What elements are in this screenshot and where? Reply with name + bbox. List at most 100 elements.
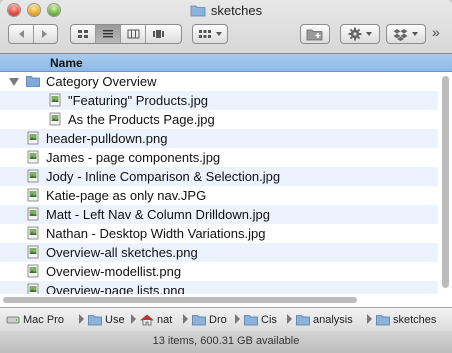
back-forward-control[interactable] (8, 24, 58, 44)
image-file-icon (49, 112, 61, 126)
file-name-label: "Featuring" Products.jpg (68, 93, 209, 108)
horizontal-scrollbar-track[interactable] (0, 294, 452, 306)
list-item[interactable]: Overview-page lists.png (0, 281, 438, 294)
gear-icon (348, 27, 361, 41)
file-name-label: Overview-all sketches.png (46, 245, 198, 260)
file-name-label: Category Overview (46, 74, 157, 89)
status-text: 13 items, 600.31 GB available (152, 335, 300, 347)
new-folder-button[interactable] (300, 24, 330, 44)
arrange-grid-icon (198, 30, 211, 38)
folder-icon (296, 314, 310, 325)
coverflow-view-button[interactable] (146, 25, 170, 43)
file-name-label: Overview-modellist.png (46, 264, 182, 279)
column-view-button[interactable] (121, 25, 146, 43)
file-list: Name Category Overview "Featuring" Produc… (0, 53, 452, 307)
folder-icon (376, 314, 390, 325)
file-name-label: header-pulldown.png (46, 131, 168, 146)
path-item-2[interactable]: nat (140, 312, 172, 327)
icon-view-button[interactable] (71, 25, 96, 43)
path-item-6[interactable]: sketches (376, 312, 436, 327)
path-separator-icon (79, 314, 84, 324)
forward-button[interactable] (34, 25, 58, 43)
toolbar-overflow-button[interactable]: » (432, 24, 440, 40)
status-bar: 13 items, 600.31 GB available (0, 331, 452, 353)
file-name-label: Jody - Inline Comparison & Selection.jpg (46, 169, 281, 184)
file-rows: Category Overview "Featuring" Products.jp… (0, 72, 452, 294)
window-title-text: sketches (210, 3, 263, 18)
column-header-name[interactable]: Name (0, 54, 452, 72)
list-item[interactable]: As the Products Page.jpg (0, 110, 438, 129)
list-item[interactable]: Jody - Inline Comparison & Selection.jpg (0, 167, 438, 186)
chevron-right-icon (42, 30, 48, 38)
folder-icon (190, 5, 206, 17)
image-file-icon (27, 150, 39, 164)
path-item-4[interactable]: Cis (244, 312, 277, 327)
path-item-label: sketches (393, 313, 437, 326)
folder-icon (192, 314, 206, 325)
image-file-icon (27, 207, 39, 221)
image-file-icon (27, 245, 39, 259)
list-item[interactable]: Category Overview (0, 72, 438, 91)
list-item[interactable]: Overview-modellist.png (0, 262, 438, 281)
arrange-button[interactable] (192, 24, 228, 44)
file-name-label: James - page components.jpg (46, 150, 221, 165)
path-separator-icon (287, 314, 292, 324)
folder-icon (26, 76, 40, 87)
path-item-label: Use (105, 313, 125, 326)
list-item[interactable]: Nathan - Desktop Width Variations.jpg (0, 224, 438, 243)
list-item[interactable]: Overview-all sketches.png (0, 243, 438, 262)
image-file-icon (27, 226, 39, 240)
vertical-scrollbar[interactable] (442, 76, 449, 288)
list-view-button[interactable] (96, 25, 121, 43)
dropbox-icon (393, 28, 408, 41)
finder-window: sketches » Name Category Overview "Featu… (0, 0, 452, 353)
list-item[interactable]: "Featuring" Products.jpg (0, 91, 438, 110)
path-separator-icon (235, 314, 240, 324)
list-item[interactable]: James - page components.jpg (0, 148, 438, 167)
chevron-down-icon (412, 32, 418, 36)
path-separator-icon (131, 314, 136, 324)
path-separator-icon (183, 314, 188, 324)
hard-drive-icon (6, 316, 20, 323)
folder-icon (88, 314, 102, 325)
list-item[interactable]: header-pulldown.png (0, 129, 438, 148)
file-name-label: Overview-page lists.png (46, 283, 185, 294)
coverflow-view-icon (152, 30, 164, 38)
list-item[interactable]: Katie-page as only nav.JPG (0, 186, 438, 205)
file-name-label: Nathan - Desktop Width Variations.jpg (46, 226, 266, 241)
column-header-label: Name (50, 56, 83, 70)
list-item[interactable]: Matt - Left Nav & Column Drilldown.jpg (0, 205, 438, 224)
file-name-label: Katie-page as only nav.JPG (46, 188, 207, 203)
title-bar[interactable]: sketches (0, 0, 452, 22)
image-file-icon (27, 169, 39, 183)
path-item-label: Mac Pro (23, 313, 64, 326)
toolbar: » (0, 22, 452, 48)
file-name-label: As the Products Page.jpg (68, 112, 215, 127)
chevron-down-icon (215, 32, 222, 36)
path-item-1[interactable]: Use (88, 312, 125, 327)
action-button[interactable] (340, 24, 380, 44)
image-file-icon (27, 131, 39, 145)
icon-view-icon (78, 30, 88, 38)
path-separator-icon (367, 314, 372, 324)
window-title: sketches (0, 3, 452, 18)
path-item-5[interactable]: analysis (296, 312, 353, 327)
dropbox-button[interactable] (386, 24, 426, 44)
view-switcher[interactable] (70, 24, 182, 44)
image-file-icon (27, 188, 39, 202)
chevron-left-icon (18, 30, 24, 38)
horizontal-scrollbar-thumb[interactable] (3, 297, 357, 303)
path-item-label: nat (157, 313, 173, 326)
back-button[interactable] (9, 25, 34, 43)
image-file-icon (49, 93, 61, 107)
column-view-icon (127, 29, 139, 39)
image-file-icon (27, 264, 39, 278)
path-item-label: Dro (209, 313, 227, 326)
path-item-3[interactable]: Dro (192, 312, 227, 327)
disclosure-triangle-icon[interactable] (9, 78, 19, 86)
path-item-0[interactable]: Mac Pro (6, 312, 64, 327)
home-icon (140, 313, 154, 325)
path-item-label: Cis (261, 313, 277, 326)
list-view-icon (103, 30, 113, 38)
chevron-down-icon (365, 32, 372, 36)
